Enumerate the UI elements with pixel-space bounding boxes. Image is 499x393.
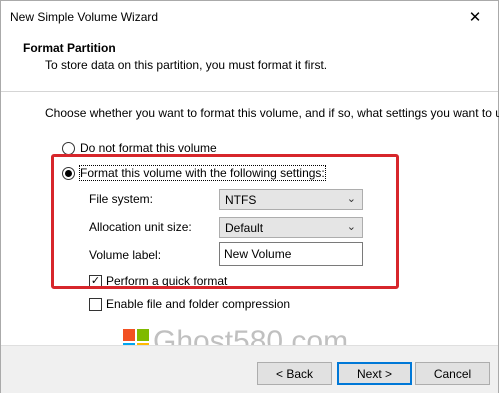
close-icon[interactable]: ✕: [452, 1, 498, 32]
radio-button-unchecked[interactable]: [62, 141, 75, 155]
volume-label-input[interactable]: [219, 242, 363, 266]
compression-checkbox-row[interactable]: Enable file and folder compression: [89, 297, 290, 311]
radio-button-checked[interactable]: [62, 166, 75, 180]
radio-label-do-not-format: Do not format this volume: [80, 141, 217, 155]
quick-format-checkbox[interactable]: ✓: [89, 274, 102, 288]
radio-do-not-format[interactable]: Do not format this volume: [62, 141, 217, 155]
wizard-header: Format Partition To store data on this p…: [1, 32, 498, 92]
chevron-down-icon: ⌄: [346, 193, 356, 205]
title-bar: New Simple Volume Wizard ✕: [1, 1, 498, 32]
chevron-down-icon: ⌄: [346, 221, 356, 233]
allocation-unit-label: Allocation unit size:: [89, 220, 192, 234]
window-title: New Simple Volume Wizard: [10, 10, 159, 24]
wizard-window: New Simple Volume Wizard ✕ Format Partit…: [0, 0, 499, 393]
quick-format-checkbox-row[interactable]: ✓ Perform a quick format: [89, 274, 227, 288]
allocation-unit-select[interactable]: Default ⌄: [219, 217, 363, 238]
compression-checkbox[interactable]: [89, 297, 102, 311]
radio-format-volume[interactable]: Format this volume with the following se…: [62, 165, 326, 181]
wizard-content: Choose whether you want to format this v…: [1, 92, 499, 358]
back-button[interactable]: < Back: [257, 362, 332, 385]
page-subtitle: To store data on this partition, you mus…: [45, 58, 328, 72]
compression-label: Enable file and folder compression: [106, 297, 291, 311]
file-system-select[interactable]: NTFS ⌄: [219, 189, 363, 210]
next-button[interactable]: Next >: [337, 362, 412, 385]
page-title: Format Partition: [23, 41, 116, 55]
volume-label-label: Volume label:: [89, 248, 162, 262]
radio-label-format: Format this volume with the following se…: [79, 165, 326, 181]
instruction-text: Choose whether you want to format this v…: [45, 106, 499, 120]
file-system-value: NTFS: [225, 192, 257, 207]
quick-format-label: Perform a quick format: [106, 274, 228, 288]
allocation-unit-value: Default: [225, 220, 264, 235]
wizard-footer: < Back Next > Cancel: [1, 345, 498, 393]
file-system-label: File system:: [89, 192, 154, 206]
cancel-button[interactable]: Cancel: [415, 362, 490, 385]
